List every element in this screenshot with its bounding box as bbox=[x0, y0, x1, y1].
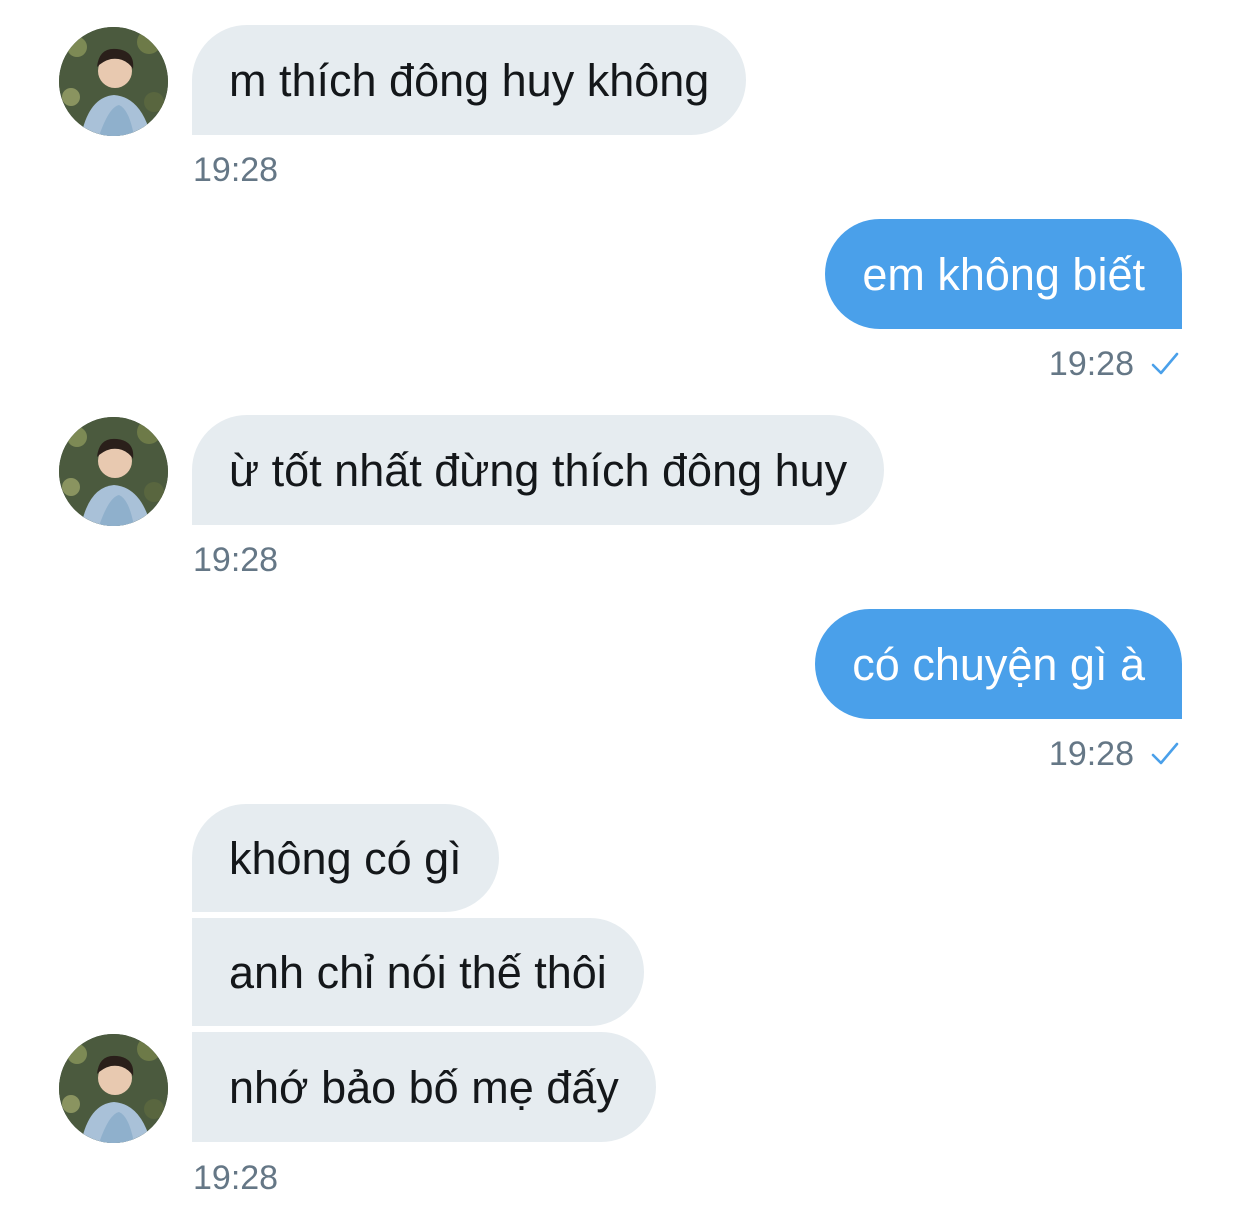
message-bubble-received[interactable]: m thích đông huy không bbox=[192, 25, 747, 135]
message-text: anh chỉ nói thế thôi bbox=[229, 946, 607, 998]
check-icon bbox=[1151, 352, 1179, 375]
message-timestamp-row: 19:28 bbox=[1049, 737, 1180, 771]
message-bubble-received[interactable]: không có gì bbox=[192, 804, 499, 912]
avatar[interactable] bbox=[59, 417, 168, 526]
message-text: ừ tốt nhất đừng thích đông huy bbox=[229, 444, 848, 496]
message-bubble-sent[interactable]: có chuyện gì à bbox=[815, 609, 1182, 719]
message-text: không có gì bbox=[229, 832, 462, 884]
avatar-photo-icon bbox=[59, 1034, 168, 1143]
message-timestamp: 19:28 bbox=[193, 1159, 279, 1197]
message-timestamp: 19:28 bbox=[1048, 345, 1134, 383]
message-timestamp: 19:28 bbox=[1048, 735, 1134, 773]
message-bubble-received[interactable]: nhớ bảo bố mẹ đấy bbox=[192, 1032, 656, 1142]
avatar-photo-icon bbox=[59, 417, 168, 526]
message-bubble-received[interactable]: anh chỉ nói thế thôi bbox=[192, 918, 644, 1026]
message-text: nhớ bảo bố mẹ đấy bbox=[229, 1061, 619, 1113]
message-bubble-received[interactable]: ừ tốt nhất đừng thích đông huy bbox=[192, 415, 885, 525]
message-timestamp-row: 19:28 bbox=[1049, 347, 1180, 381]
message-text: m thích đông huy không bbox=[229, 54, 710, 106]
message-text: có chuyện gì à bbox=[852, 638, 1145, 690]
check-icon bbox=[1151, 742, 1179, 765]
avatar[interactable] bbox=[59, 1034, 168, 1143]
message-text: em không biết bbox=[862, 248, 1145, 300]
message-timestamp: 19:28 bbox=[193, 541, 279, 579]
message-timestamp: 19:28 bbox=[193, 151, 279, 189]
avatar[interactable] bbox=[59, 27, 168, 136]
avatar-photo-icon bbox=[59, 27, 168, 136]
message-bubble-sent[interactable]: em không biết bbox=[825, 219, 1182, 329]
